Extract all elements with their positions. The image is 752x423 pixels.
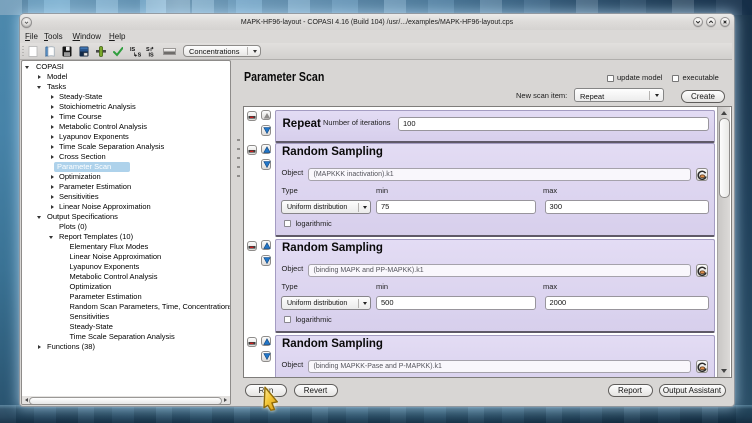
svg-text:IS: IS <box>149 53 155 58</box>
svg-text:↳S: ↳S <box>133 52 141 58</box>
